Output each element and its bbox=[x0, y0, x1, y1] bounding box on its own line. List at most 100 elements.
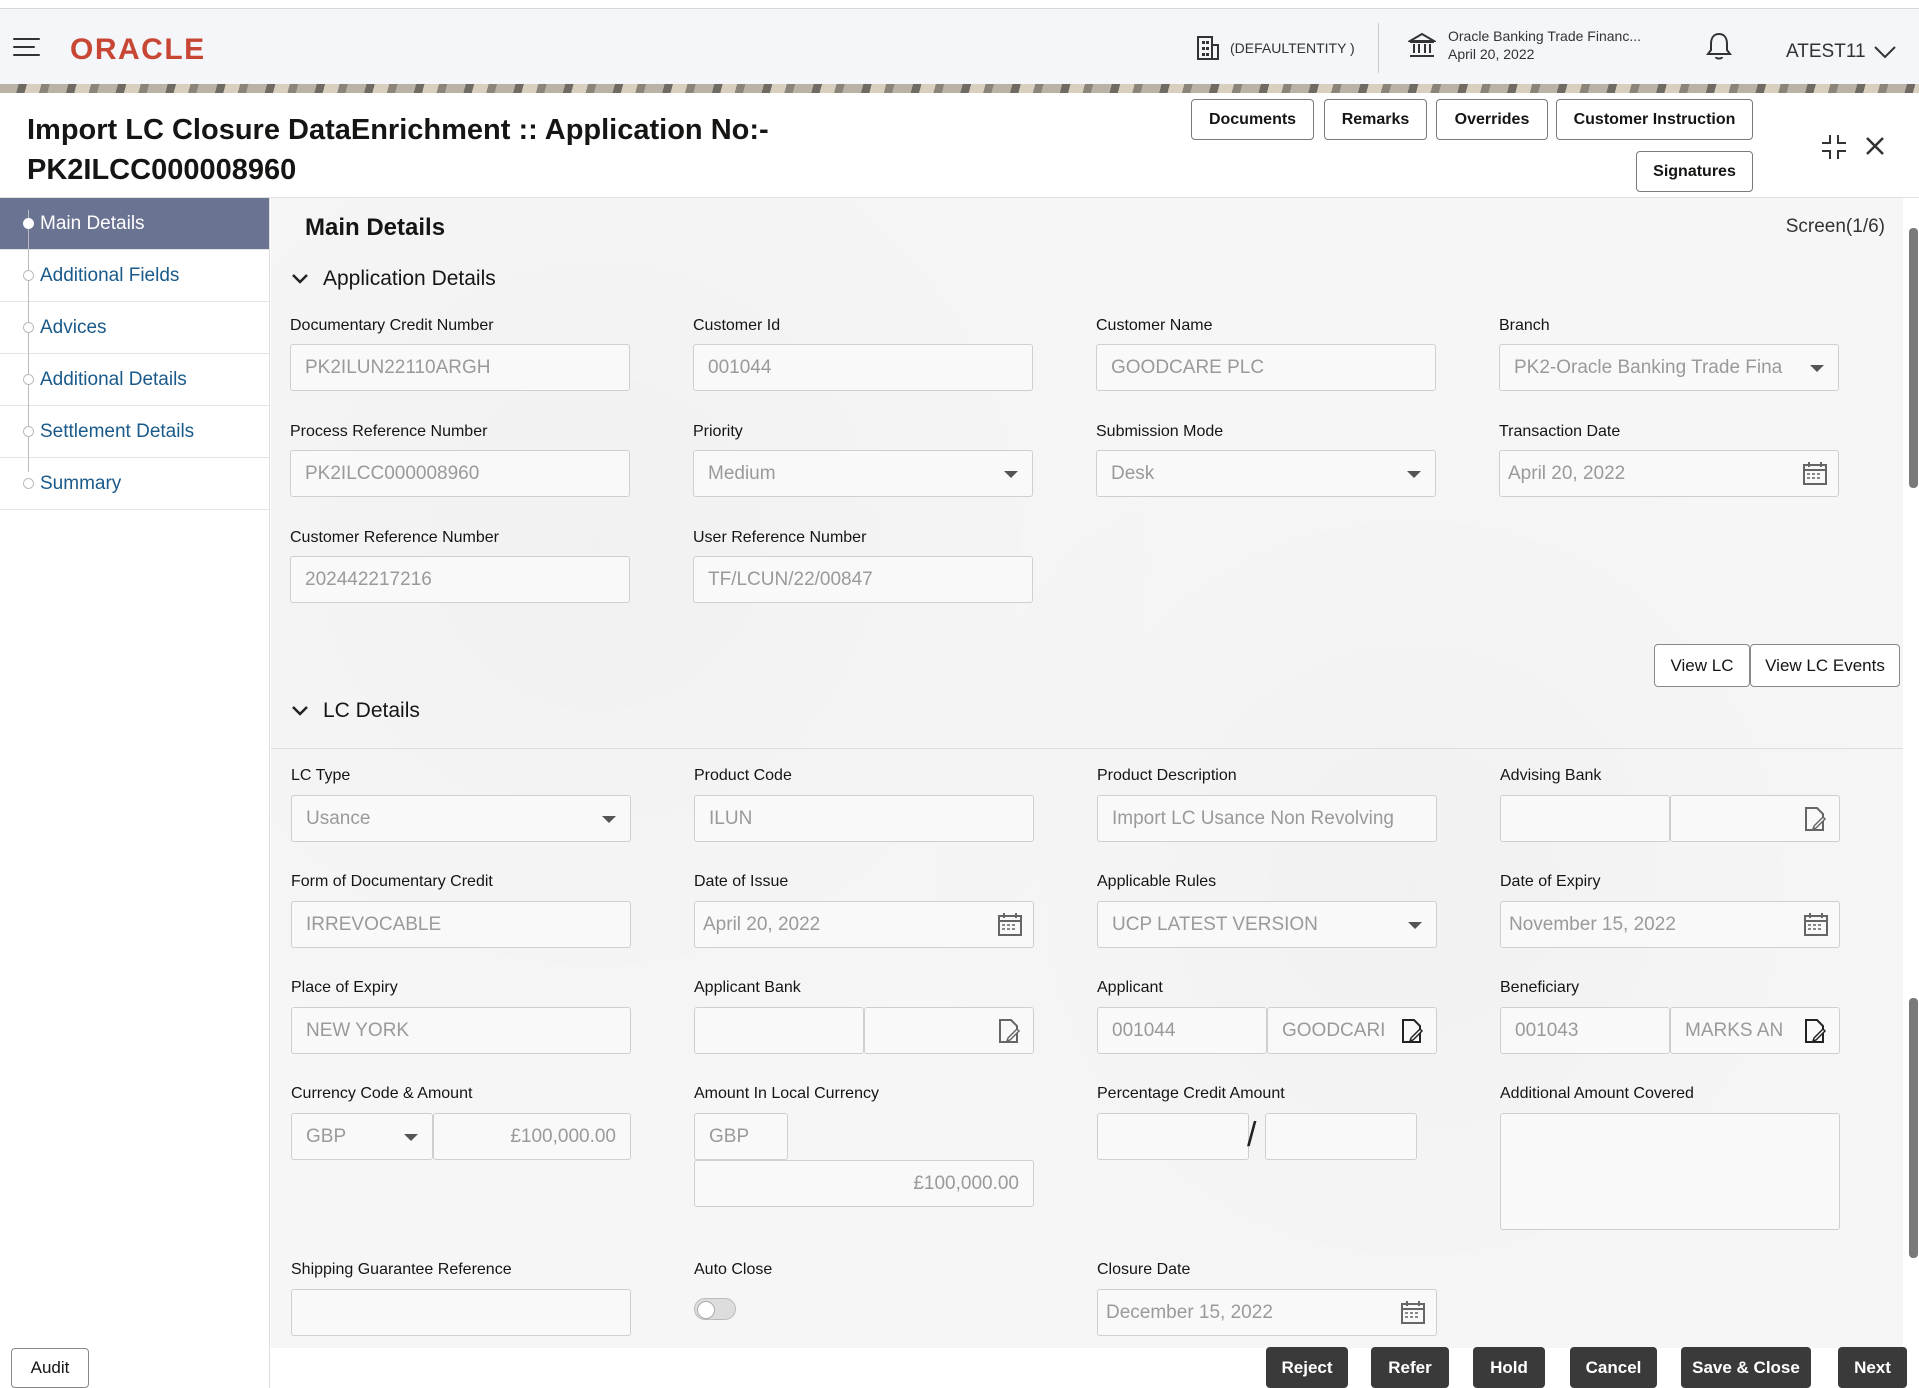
lookup-icon[interactable] bbox=[1803, 1018, 1827, 1044]
page-title: Import LC Closure DataEnrichment :: Appl… bbox=[27, 110, 807, 190]
view-lc-button[interactable]: View LC bbox=[1654, 644, 1750, 687]
application-details-header[interactable]: Application Details bbox=[291, 267, 496, 291]
decorative-banner bbox=[0, 84, 1919, 93]
customer-reference-number-field[interactable]: 202442217216 bbox=[290, 556, 630, 603]
advising-bank-name-field[interactable] bbox=[1670, 795, 1840, 842]
product-description-field[interactable]: Import LC Usance Non Revolving bbox=[1097, 795, 1437, 842]
submission-mode-select[interactable]: Desk bbox=[1096, 450, 1436, 497]
local-currency-field[interactable]: GBP bbox=[694, 1113, 788, 1160]
form-of-documentary-credit-field[interactable]: IRREVOCABLE bbox=[291, 901, 631, 948]
user-reference-number-label: User Reference Number bbox=[693, 529, 866, 547]
lookup-icon[interactable] bbox=[1803, 806, 1827, 832]
priority-value: Medium bbox=[708, 463, 776, 485]
closure-date-value: December 15, 2022 bbox=[1106, 1302, 1273, 1324]
chevron-down-icon bbox=[291, 705, 309, 717]
process-reference-number-label: Process Reference Number bbox=[290, 423, 487, 441]
calendar-icon[interactable] bbox=[1400, 1300, 1426, 1326]
bank-selector[interactable]: Oracle Banking Trade Financ... April 20,… bbox=[1408, 27, 1641, 63]
nav-settlement-details[interactable]: Settlement Details bbox=[0, 406, 269, 458]
shipping-guarantee-reference-field[interactable] bbox=[291, 1289, 631, 1336]
calendar-icon[interactable] bbox=[1802, 461, 1828, 487]
entity-label: (DEFAULTENTITY ) bbox=[1230, 40, 1355, 56]
nav-additional-fields[interactable]: Additional Fields bbox=[0, 250, 269, 302]
local-amount-field[interactable]: £100,000.00 bbox=[694, 1160, 1034, 1207]
nav-summary[interactable]: Summary bbox=[0, 458, 269, 510]
date-of-expiry-field[interactable]: November 15, 2022 bbox=[1500, 901, 1840, 948]
bank-icon bbox=[1408, 31, 1436, 59]
nav-step-dot bbox=[23, 322, 34, 333]
lc-details-title: LC Details bbox=[323, 699, 420, 723]
applicable-rules-select[interactable]: UCP LATEST VERSION bbox=[1097, 901, 1437, 948]
view-lc-events-button[interactable]: View LC Events bbox=[1750, 644, 1900, 687]
application-details-title: Application Details bbox=[323, 267, 496, 291]
applicant-id-field[interactable]: 001044 bbox=[1097, 1007, 1267, 1054]
priority-select[interactable]: Medium bbox=[693, 450, 1033, 497]
collapse-icon[interactable] bbox=[1820, 133, 1848, 166]
calendar-icon[interactable] bbox=[997, 912, 1023, 938]
lookup-icon[interactable] bbox=[997, 1018, 1021, 1044]
remarks-button[interactable]: Remarks bbox=[1324, 99, 1427, 140]
nav-step-dot bbox=[23, 374, 34, 385]
additional-amount-covered-label: Additional Amount Covered bbox=[1500, 1085, 1694, 1103]
documents-button[interactable]: Documents bbox=[1191, 99, 1314, 140]
date-of-issue-label: Date of Issue bbox=[694, 873, 788, 891]
entity-selector[interactable]: (DEFAULTENTITY ) bbox=[1196, 35, 1355, 61]
hamburger-menu-icon[interactable] bbox=[13, 38, 40, 58]
lc-details-header[interactable]: LC Details bbox=[291, 699, 420, 723]
main-scrollbar[interactable] bbox=[1905, 198, 1919, 1348]
nav-step-dot bbox=[23, 270, 34, 281]
nav-additional-details[interactable]: Additional Details bbox=[0, 354, 269, 406]
bell-icon[interactable] bbox=[1706, 31, 1732, 66]
beneficiary-label: Beneficiary bbox=[1500, 979, 1579, 997]
next-button[interactable]: Next bbox=[1838, 1347, 1907, 1388]
user-reference-number-field[interactable]: TF/LCUN/22/00847 bbox=[693, 556, 1033, 603]
auto-close-toggle[interactable] bbox=[694, 1298, 736, 1320]
user-menu[interactable]: ATEST11 bbox=[1786, 41, 1896, 63]
customer-name-field[interactable]: GOODCARE PLC bbox=[1096, 344, 1436, 391]
applicant-bank-label: Applicant Bank bbox=[694, 979, 801, 997]
advising-bank-id-field[interactable] bbox=[1500, 795, 1670, 842]
calendar-icon[interactable] bbox=[1803, 912, 1829, 938]
reject-button[interactable]: Reject bbox=[1266, 1347, 1348, 1388]
applicable-rules-label: Applicable Rules bbox=[1097, 873, 1216, 891]
cancel-button[interactable]: Cancel bbox=[1570, 1347, 1657, 1388]
nav-main-details[interactable]: Main Details bbox=[0, 198, 269, 250]
signatures-button[interactable]: Signatures bbox=[1636, 151, 1753, 192]
save-close-button[interactable]: Save & Close bbox=[1681, 1347, 1811, 1388]
applicant-name-field[interactable]: GOODCARI bbox=[1267, 1007, 1437, 1054]
lc-type-select[interactable]: Usance bbox=[291, 795, 631, 842]
hold-button[interactable]: Hold bbox=[1473, 1347, 1545, 1388]
lc-type-value: Usance bbox=[306, 808, 370, 830]
beneficiary-name-field[interactable]: MARKS AN bbox=[1670, 1007, 1840, 1054]
beneficiary-id-field[interactable]: 001043 bbox=[1500, 1007, 1670, 1054]
product-code-field[interactable]: ILUN bbox=[694, 795, 1034, 842]
amount-field[interactable]: £100,000.00 bbox=[433, 1113, 631, 1160]
scrollbar-thumb[interactable] bbox=[1909, 998, 1918, 1258]
customer-id-field[interactable]: 001044 bbox=[693, 344, 1033, 391]
header-divider bbox=[1378, 23, 1379, 73]
additional-amount-covered-textarea[interactable] bbox=[1500, 1113, 1840, 1230]
percentage-credit-plus-field[interactable] bbox=[1097, 1113, 1249, 1160]
lookup-icon[interactable] bbox=[1400, 1018, 1424, 1044]
customer-instruction-button[interactable]: Customer Instruction bbox=[1556, 99, 1753, 140]
documentary-credit-number-field[interactable]: PK2ILUN22110ARGH bbox=[290, 344, 630, 391]
refer-button[interactable]: Refer bbox=[1371, 1347, 1449, 1388]
currency-code-select[interactable]: GBP bbox=[291, 1113, 433, 1160]
date-of-issue-field[interactable]: April 20, 2022 bbox=[694, 901, 1034, 948]
overrides-button[interactable]: Overrides bbox=[1436, 99, 1548, 140]
place-of-expiry-field[interactable]: NEW YORK bbox=[291, 1007, 631, 1054]
audit-button[interactable]: Audit bbox=[11, 1348, 89, 1388]
applicant-bank-id-field[interactable] bbox=[694, 1007, 864, 1054]
nav-advices[interactable]: Advices bbox=[0, 302, 269, 354]
close-icon[interactable] bbox=[1864, 135, 1886, 162]
transaction-date-field[interactable]: April 20, 2022 bbox=[1499, 450, 1839, 497]
scrollbar-thumb[interactable] bbox=[1909, 228, 1918, 488]
process-reference-number-field[interactable]: PK2ILCC000008960 bbox=[290, 450, 630, 497]
applicant-bank-name-field[interactable] bbox=[864, 1007, 1034, 1054]
chevron-down-icon bbox=[291, 273, 309, 285]
percentage-credit-minus-field[interactable] bbox=[1265, 1113, 1417, 1160]
transaction-date-label: Transaction Date bbox=[1499, 423, 1620, 441]
customer-id-label: Customer Id bbox=[693, 317, 780, 335]
branch-select[interactable]: PK2-Oracle Banking Trade Fina bbox=[1499, 344, 1839, 391]
closure-date-field[interactable]: December 15, 2022 bbox=[1097, 1289, 1437, 1336]
